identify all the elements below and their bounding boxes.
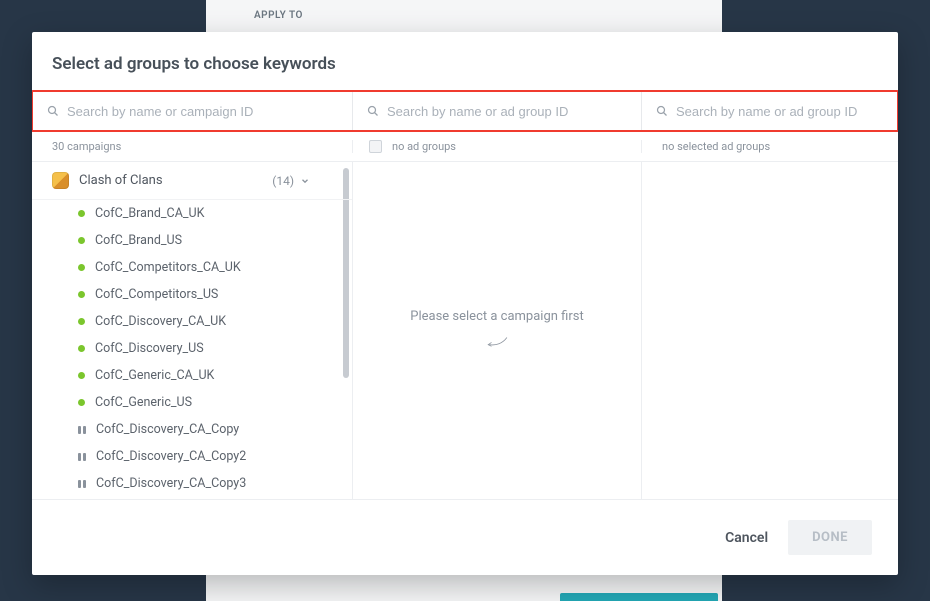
status-paused-icon xyxy=(78,480,86,488)
app-campaign-count: (14) xyxy=(272,174,310,188)
campaign-name-label: CofC_Generic_CA_UK xyxy=(95,368,214,383)
status-live-icon xyxy=(78,318,85,325)
campaign-row[interactable]: CofC_Brand_CA_UK xyxy=(32,200,352,227)
campaign-row[interactable]: CofC_Competitors_US xyxy=(32,281,352,308)
selected-count-label: no selected ad groups xyxy=(641,140,898,153)
campaigns-column: Clash of Clans (14) CofC_Brand_CA_UKCofC… xyxy=(32,162,352,499)
search-icon xyxy=(367,105,379,117)
search-icon xyxy=(656,105,668,117)
modal-body: Clash of Clans (14) CofC_Brand_CA_UKCofC… xyxy=(32,162,898,499)
done-button[interactable]: DONE xyxy=(788,520,872,555)
search-selected-cell[interactable] xyxy=(642,92,897,130)
campaign-row[interactable]: CofC_Generic_CA_UK xyxy=(32,362,352,389)
adgroups-column: Please select a campaign first xyxy=(352,162,641,499)
search-campaigns-cell[interactable] xyxy=(33,92,353,130)
adgroups-count-label: no ad groups xyxy=(392,140,456,153)
campaign-row[interactable]: CofC_Brand_US xyxy=(32,227,352,254)
empty-state-message: Please select a campaign first xyxy=(410,309,583,324)
search-adgroups-cell[interactable] xyxy=(353,92,642,130)
campaign-name-label: CofC_Discovery_CA_Copy3 xyxy=(96,476,246,491)
status-paused-icon xyxy=(78,426,86,434)
campaign-row[interactable]: CofC_Discovery_CA_Copy xyxy=(32,416,352,443)
search-row-highlight xyxy=(32,90,898,132)
status-paused-icon xyxy=(78,453,86,461)
status-live-icon xyxy=(78,399,85,406)
campaign-name-label: CofC_Discovery_CA_UK xyxy=(95,314,226,329)
curved-arrow-icon xyxy=(486,334,508,352)
campaign-name-label: CofC_Competitors_CA_UK xyxy=(95,260,241,275)
campaign-name-label: CofC_Competitors_US xyxy=(95,287,218,302)
search-selected-input[interactable] xyxy=(676,104,883,119)
app-icon xyxy=(52,172,69,189)
cancel-button[interactable]: Cancel xyxy=(725,530,768,546)
status-live-icon xyxy=(78,264,85,271)
status-live-icon xyxy=(78,372,85,379)
campaign-row[interactable]: CofC_Discovery_CA_Copy3 xyxy=(32,470,352,497)
adgroups-count-cell: no ad groups xyxy=(352,140,641,153)
selected-column xyxy=(641,162,898,499)
campaign-row[interactable]: CofC_Discovery_US xyxy=(32,335,352,362)
chevron-down-icon xyxy=(300,176,310,186)
campaign-list: CofC_Brand_CA_UK CofC_Brand_US CofC_Compet… xyxy=(32,200,352,497)
status-live-icon xyxy=(78,237,85,244)
campaign-name-label: CofC_Generic_US xyxy=(95,395,192,410)
apply-to-label: APPLY TO xyxy=(254,10,303,21)
status-live-icon xyxy=(78,345,85,352)
campaign-row[interactable]: CofC_Generic_US xyxy=(32,389,352,416)
select-all-checkbox[interactable] xyxy=(369,140,382,153)
campaign-name-label: CofC_Discovery_CA_Copy xyxy=(96,422,239,437)
app-name-label: Clash of Clans xyxy=(79,173,163,188)
select-ad-groups-modal: Select ad groups to choose keywords 30 c… xyxy=(32,32,898,575)
search-icon xyxy=(47,105,59,117)
campaign-name-label: CofC_Brand_US xyxy=(95,233,182,248)
status-live-icon xyxy=(78,291,85,298)
modal-footer: Cancel DONE xyxy=(32,499,898,575)
column-headers: 30 campaigns no ad groups no selected ad… xyxy=(32,132,898,162)
campaign-name-label: CofC_Brand_CA_UK xyxy=(95,206,204,221)
status-live-icon xyxy=(78,210,85,217)
campaign-name-label: CofC_Discovery_US xyxy=(95,341,204,356)
background-accent xyxy=(560,593,718,601)
campaign-name-label: CofC_Discovery_CA_Copy2 xyxy=(96,449,246,464)
campaign-row[interactable]: CofC_Discovery_CA_UK xyxy=(32,308,352,335)
modal-title: Select ad groups to choose keywords xyxy=(32,32,898,90)
search-campaigns-input[interactable] xyxy=(67,104,338,119)
campaigns-count-label: 30 campaigns xyxy=(32,140,352,153)
app-row[interactable]: Clash of Clans (14) xyxy=(32,162,352,200)
campaign-row[interactable]: CofC_Competitors_CA_UK xyxy=(32,254,352,281)
search-adgroups-input[interactable] xyxy=(387,104,627,119)
campaign-row[interactable]: CofC_Discovery_CA_Copy2 xyxy=(32,443,352,470)
